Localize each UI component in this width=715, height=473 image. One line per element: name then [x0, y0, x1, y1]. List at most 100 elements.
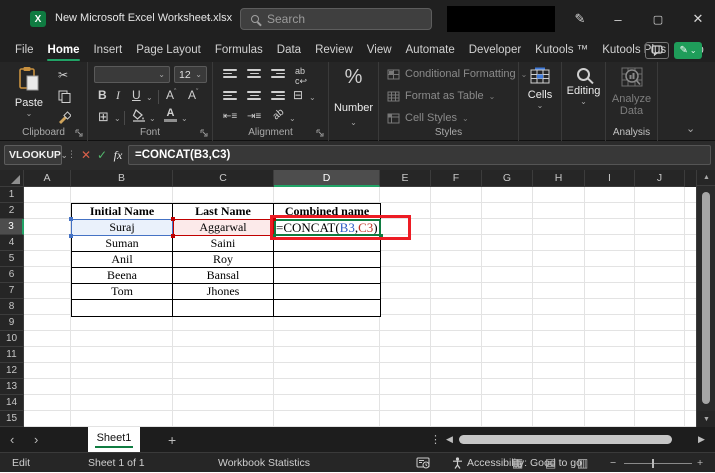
- workbook-statistics[interactable]: Workbook Statistics: [218, 453, 310, 473]
- sheet-tab-sheet1[interactable]: Sheet1: [88, 427, 140, 452]
- cell-d8[interactable]: [274, 300, 380, 316]
- table-header-cell[interactable]: Initial Name: [72, 204, 173, 219]
- align-top-icon[interactable]: [223, 69, 237, 78]
- zoom-out-button[interactable]: −: [610, 453, 616, 473]
- orientation-icon[interactable]: ab: [271, 107, 287, 123]
- fill-color-chevron-icon[interactable]: ⌄: [149, 114, 156, 123]
- row-header-14[interactable]: 14: [0, 395, 24, 411]
- menu-tab-developer[interactable]: Developer: [462, 38, 528, 62]
- scroll-left-arrow-icon[interactable]: ◀: [446, 427, 453, 452]
- confirm-entry-button[interactable]: ✓: [94, 145, 110, 165]
- next-sheet-button[interactable]: ›: [34, 427, 38, 452]
- menu-tab-insert[interactable]: Insert: [86, 38, 129, 62]
- font-color-chevron-icon[interactable]: ⌄: [181, 114, 188, 123]
- increase-font-size-button[interactable]: Aˆ: [166, 88, 176, 102]
- fill-color-button[interactable]: [132, 109, 146, 127]
- font-dialog-launcher-icon[interactable]: [200, 129, 208, 137]
- cells-area[interactable]: Initial Name Last Name Combined name Suraj A…: [24, 187, 696, 427]
- select-all-corner[interactable]: [0, 170, 24, 187]
- percent-style-icon[interactable]: %: [329, 66, 378, 89]
- cell-styles-button[interactable]: Cell Styles ⌄: [387, 112, 469, 124]
- row-header-4[interactable]: 4: [0, 235, 24, 251]
- new-sheet-button[interactable]: +: [168, 427, 176, 452]
- zoom-in-button[interactable]: +: [697, 453, 703, 473]
- menu-tab-formulas[interactable]: Formulas: [208, 38, 270, 62]
- sheet-info[interactable]: Sheet 1 of 1: [88, 453, 145, 473]
- row-header-15[interactable]: 15: [0, 411, 24, 427]
- merge-chevron-icon[interactable]: ⌄: [309, 93, 316, 102]
- column-header-A[interactable]: A: [24, 170, 71, 187]
- scroll-up-arrow-icon[interactable]: ▲: [697, 170, 715, 186]
- cut-scissors-icon[interactable]: ✂: [58, 68, 68, 82]
- menu-tab-automate[interactable]: Automate: [399, 38, 462, 62]
- cell-c4[interactable]: Saini: [173, 236, 274, 251]
- title-dropdown-chevron-icon[interactable]: ⌄: [205, 12, 213, 23]
- row-header-5[interactable]: 5: [0, 251, 24, 267]
- minimize-button[interactable]: –: [601, 0, 635, 38]
- editing-button[interactable]: Editing ⌄: [562, 68, 605, 106]
- cell-d7[interactable]: [274, 284, 380, 299]
- menu-tab-file[interactable]: File: [8, 38, 41, 62]
- column-header-B[interactable]: B: [71, 170, 173, 187]
- cell-b7[interactable]: Tom: [72, 284, 173, 299]
- row-header-10[interactable]: 10: [0, 331, 24, 347]
- page-layout-view-icon[interactable]: ▤: [545, 453, 556, 473]
- align-left-icon[interactable]: [223, 91, 237, 100]
- alignment-dialog-launcher-icon[interactable]: [316, 129, 324, 137]
- borders-chevron-icon[interactable]: ⌄: [114, 114, 121, 123]
- range-handle[interactable]: [69, 217, 73, 221]
- column-header-G[interactable]: G: [482, 170, 533, 187]
- column-header-C[interactable]: C: [173, 170, 274, 187]
- cell-b4[interactable]: Suman: [72, 236, 173, 251]
- increase-indent-icon[interactable]: ⇥≡: [247, 111, 261, 122]
- menu-tab-home[interactable]: Home: [41, 38, 87, 62]
- row-header-6[interactable]: 6: [0, 267, 24, 283]
- zoom-slider-track[interactable]: [624, 463, 692, 464]
- cell-d5[interactable]: [274, 252, 380, 267]
- underline-chevron-icon[interactable]: ⌄: [146, 93, 153, 102]
- column-header-H[interactable]: H: [533, 170, 585, 187]
- cell-c3[interactable]: Aggarwal: [173, 220, 274, 235]
- row-header-8[interactable]: 8: [0, 299, 24, 315]
- column-header-D[interactable]: D: [274, 170, 380, 187]
- table-header-cell[interactable]: Last Name: [173, 204, 274, 219]
- orientation-chevron-icon[interactable]: ⌄: [289, 114, 296, 123]
- clipboard-dialog-launcher-icon[interactable]: [75, 129, 83, 137]
- zoom-slider-handle[interactable]: [652, 459, 654, 468]
- insert-function-button[interactable]: fx: [110, 145, 126, 165]
- cell-c7[interactable]: Jhones: [173, 284, 274, 299]
- row-header-7[interactable]: 7: [0, 283, 24, 299]
- menu-tab-data[interactable]: Data: [270, 38, 308, 62]
- cell-b8[interactable]: [72, 300, 173, 316]
- range-handle[interactable]: [171, 234, 175, 238]
- page-break-view-icon[interactable]: ▥: [577, 453, 588, 473]
- conditional-formatting-button[interactable]: Conditional Formatting ⌄: [387, 68, 527, 80]
- cells-button[interactable]: Cells ⌄: [519, 67, 561, 110]
- row-header-13[interactable]: 13: [0, 379, 24, 395]
- range-handle[interactable]: [69, 234, 73, 238]
- horizontal-scroll-thumb[interactable]: [459, 435, 672, 444]
- cell-c8[interactable]: [173, 300, 274, 316]
- align-right-icon[interactable]: [271, 91, 285, 100]
- editing-mode-button[interactable]: ✎ ⌄: [674, 42, 702, 59]
- font-name-select[interactable]: ⌄: [94, 66, 170, 83]
- display-settings-icon[interactable]: [416, 453, 430, 473]
- cell-b3[interactable]: Suraj: [72, 220, 173, 235]
- align-middle-icon[interactable]: [247, 69, 261, 78]
- range-handle[interactable]: [171, 217, 175, 221]
- cell-c6[interactable]: Bansal: [173, 268, 274, 283]
- font-size-select[interactable]: 12 ⌄: [174, 66, 207, 83]
- name-box[interactable]: VLOOKUP ⌄: [4, 145, 68, 165]
- row-header-12[interactable]: 12: [0, 363, 24, 379]
- analyze-data-button[interactable]: Analyze Data: [606, 66, 657, 117]
- font-color-button[interactable]: A: [164, 108, 177, 122]
- row-header-11[interactable]: 11: [0, 347, 24, 363]
- copy-icon[interactable]: [58, 90, 71, 108]
- column-header-E[interactable]: E: [380, 170, 431, 187]
- scroll-right-arrow-icon[interactable]: ▶: [698, 427, 705, 452]
- row-header-9[interactable]: 9: [0, 315, 24, 331]
- menu-tab-kutools[interactable]: Kutools ™: [528, 38, 595, 62]
- menu-tab-page-layout[interactable]: Page Layout: [129, 38, 208, 62]
- underline-button[interactable]: U: [132, 88, 141, 102]
- draw-pencil-icon[interactable]: ✎: [563, 0, 597, 38]
